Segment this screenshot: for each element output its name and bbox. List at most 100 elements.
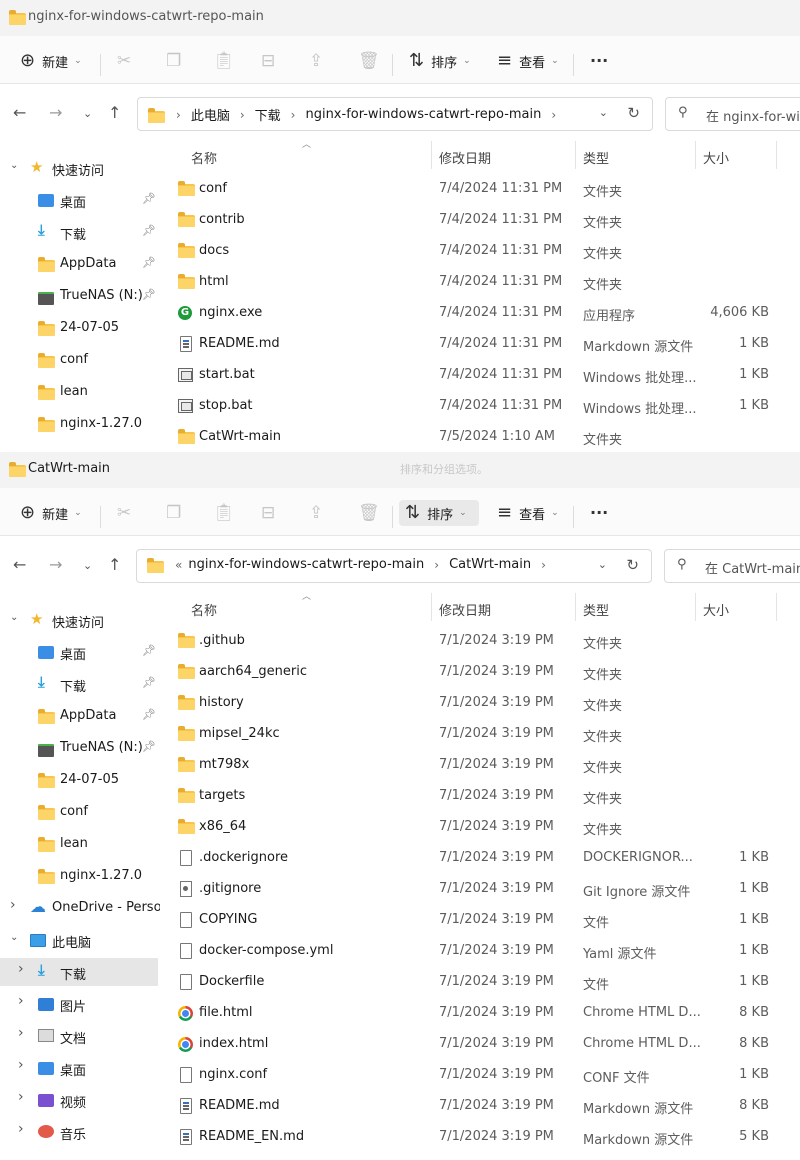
view-button[interactable]: ≡ 查看 ⌄ xyxy=(497,500,559,526)
file-row[interactable]: docs 7/4/2024 11:31 PM 文件夹 xyxy=(160,236,800,266)
file-row[interactable]: .github 7/1/2024 3:19 PM 文件夹 xyxy=(160,626,800,656)
up-arrow-icon[interactable]: ↑ xyxy=(108,103,121,122)
title-bar[interactable]: CatWrt-main 排序和分组选项。 xyxy=(0,452,800,488)
file-row[interactable]: README_EN.md 7/1/2024 3:19 PM Markdown 源文件… xyxy=(160,1122,800,1152)
paste-button[interactable]: 📋︎ xyxy=(213,500,235,526)
search-box[interactable]: ⚲ 在 nginx-for-windo xyxy=(665,97,800,131)
column-header-type[interactable]: 类型 xyxy=(583,600,609,619)
back-arrow-icon[interactable]: ← xyxy=(13,103,26,122)
share-button[interactable]: ⇪ xyxy=(309,500,323,526)
overflow-chevron-icon[interactable]: « xyxy=(175,558,182,572)
file-row[interactable]: start.bat 7/4/2024 11:31 PM Windows 批处理...… xyxy=(160,360,800,390)
address-bar[interactable]: « nginx-for-windows-catwrt-repo-main › C… xyxy=(136,549,652,583)
sidebar-item[interactable]: 24-07-05 xyxy=(0,766,158,794)
file-row[interactable]: conf 7/4/2024 11:31 PM 文件夹 xyxy=(160,174,800,204)
chevron-right-icon[interactable]: › xyxy=(18,993,24,1009)
column-header-name[interactable]: 名称 xyxy=(191,600,217,619)
sort-button[interactable]: ⇅ 排序 ⌄ xyxy=(409,48,471,74)
refresh-icon[interactable]: ↻ xyxy=(627,104,640,122)
sidebar-item[interactable]: lean xyxy=(0,830,158,858)
recent-chevron-icon[interactable]: ⌄ xyxy=(83,107,92,120)
sidebar-item[interactable]: 24-07-05 xyxy=(0,314,158,342)
sidebar-item[interactable]: conf xyxy=(0,798,158,826)
address-bar[interactable]: › 此电脑 › 下载 › nginx-for-windows-catwrt-re… xyxy=(137,97,653,131)
sort-button[interactable]: ⇅ 排序 ⌄ xyxy=(399,500,479,526)
forward-arrow-icon[interactable]: → xyxy=(49,103,62,122)
rename-button[interactable]: ⊟ xyxy=(261,500,275,526)
sidebar-item[interactable]: ⤓ 下载 📌︎ xyxy=(0,670,158,698)
address-dropdown-icon[interactable]: ⌄ xyxy=(599,106,608,119)
file-row[interactable]: mipsel_24kc 7/1/2024 3:19 PM 文件夹 xyxy=(160,719,800,749)
sidebar-item[interactable]: › 文档 xyxy=(0,1022,158,1050)
file-row[interactable]: Gnginx.exe 7/4/2024 11:31 PM 应用程序 4,606 KB xyxy=(160,298,800,328)
sidebar-item[interactable]: AppData 📌︎ xyxy=(0,250,158,278)
breadcrumb-item[interactable]: CatWrt-main xyxy=(449,557,531,572)
column-divider[interactable] xyxy=(575,593,576,621)
share-button[interactable]: ⇪ xyxy=(309,48,323,74)
breadcrumb-item[interactable]: nginx-for-windows-catwrt-repo-main xyxy=(188,557,424,572)
sidebar-item[interactable]: TrueNAS (N:) 📌︎ xyxy=(0,734,158,762)
file-row[interactable]: x86_64 7/1/2024 3:19 PM 文件夹 xyxy=(160,812,800,842)
back-arrow-icon[interactable]: ← xyxy=(13,555,26,574)
view-button[interactable]: ≡ 查看 ⌄ xyxy=(497,48,559,74)
chevron-right-icon[interactable]: › xyxy=(18,1089,24,1105)
file-row[interactable]: CatWrt-main 7/5/2024 1:10 AM 文件夹 xyxy=(160,422,800,452)
address-dropdown-icon[interactable]: ⌄ xyxy=(598,558,607,571)
cut-button[interactable]: ✂ xyxy=(117,500,131,526)
forward-arrow-icon[interactable]: → xyxy=(49,555,62,574)
column-header-size[interactable]: 大小 xyxy=(703,600,729,619)
file-row[interactable]: nginx.conf 7/1/2024 3:19 PM CONF 文件 1 KB xyxy=(160,1060,800,1090)
sidebar-item[interactable]: ⌄ 此电脑 xyxy=(0,926,158,954)
chevron-right-icon[interactable]: › xyxy=(18,1025,24,1041)
sidebar-item[interactable]: nginx-1.27.0 xyxy=(0,862,158,890)
file-row[interactable]: .gitignore 7/1/2024 3:19 PM Git Ignore 源文件… xyxy=(160,874,800,904)
sidebar-item[interactable]: 桌面 📌︎ xyxy=(0,638,158,666)
breadcrumb-item[interactable]: 下载 xyxy=(255,105,281,124)
breadcrumb-item[interactable]: 此电脑 xyxy=(191,105,230,124)
file-row[interactable]: README.md 7/1/2024 3:19 PM Markdown 源文件 8 K… xyxy=(160,1091,800,1121)
sidebar-item[interactable]: TrueNAS (N:) 📌︎ xyxy=(0,282,158,310)
new-button[interactable]: ⊕ 新建 ⌄ xyxy=(20,500,82,526)
file-row[interactable]: index.html 7/1/2024 3:19 PM Chrome HTML D.… xyxy=(160,1029,800,1059)
more-button[interactable]: ··· xyxy=(590,500,608,526)
sidebar-item[interactable]: ⌄ ★ 快速访问 xyxy=(0,154,158,182)
sidebar-item[interactable]: › 视频 xyxy=(0,1086,158,1114)
file-row[interactable]: stop.bat 7/4/2024 11:31 PM Windows 批处理... 1… xyxy=(160,391,800,421)
chevron-right-icon[interactable]: › xyxy=(18,961,24,977)
sidebar-item[interactable]: nginx-1.27.0 xyxy=(0,410,158,438)
file-row[interactable]: docker-compose.yml 7/1/2024 3:19 PM Yaml 源… xyxy=(160,936,800,966)
rename-button[interactable]: ⊟ xyxy=(261,48,275,74)
sidebar-item[interactable]: conf xyxy=(0,346,158,374)
sidebar-item[interactable]: › ☁ OneDrive - Persor xyxy=(0,894,167,922)
sidebar-item[interactable]: › ⤓ 下载 xyxy=(0,958,158,986)
file-row[interactable]: contrib 7/4/2024 11:31 PM 文件夹 xyxy=(160,205,800,235)
copy-button[interactable]: ❐ xyxy=(166,500,181,526)
up-arrow-icon[interactable]: ↑ xyxy=(108,555,121,574)
column-divider[interactable] xyxy=(431,593,432,621)
file-row[interactable]: Dockerfile 7/1/2024 3:19 PM 文件 1 KB xyxy=(160,967,800,997)
chevron-down-icon[interactable]: ⌄ xyxy=(10,160,18,171)
column-header-name[interactable]: 名称 xyxy=(191,148,217,167)
column-divider[interactable] xyxy=(431,141,432,169)
column-divider[interactable] xyxy=(776,593,777,621)
paste-button[interactable]: 📋︎ xyxy=(213,48,235,74)
sidebar-item[interactable]: › 图片 xyxy=(0,990,158,1018)
column-divider[interactable] xyxy=(695,593,696,621)
chevron-right-icon[interactable]: › xyxy=(18,1121,24,1137)
column-header-modified[interactable]: 修改日期 xyxy=(439,148,491,167)
chevron-down-icon[interactable]: ⌄ xyxy=(10,932,18,943)
column-divider[interactable] xyxy=(776,141,777,169)
copy-button[interactable]: ❐ xyxy=(166,48,181,74)
chevron-right-icon[interactable]: › xyxy=(18,1057,24,1073)
file-row[interactable]: README.md 7/4/2024 11:31 PM Markdown 源文件 1 … xyxy=(160,329,800,359)
column-header-type[interactable]: 类型 xyxy=(583,148,609,167)
sidebar-item[interactable]: lean xyxy=(0,378,158,406)
sidebar-item[interactable]: › 音乐 xyxy=(0,1118,158,1146)
chevron-down-icon[interactable]: ⌄ xyxy=(10,612,18,623)
file-row[interactable]: file.html 7/1/2024 3:19 PM Chrome HTML D..… xyxy=(160,998,800,1028)
file-row[interactable]: .dockerignore 7/1/2024 3:19 PM DOCKERIGNOR… xyxy=(160,843,800,873)
column-divider[interactable] xyxy=(575,141,576,169)
delete-button[interactable]: 🗑︎ xyxy=(358,48,380,74)
sidebar-item[interactable]: ⌄ ★ 快速访问 xyxy=(0,606,158,634)
file-row[interactable]: html 7/4/2024 11:31 PM 文件夹 xyxy=(160,267,800,297)
